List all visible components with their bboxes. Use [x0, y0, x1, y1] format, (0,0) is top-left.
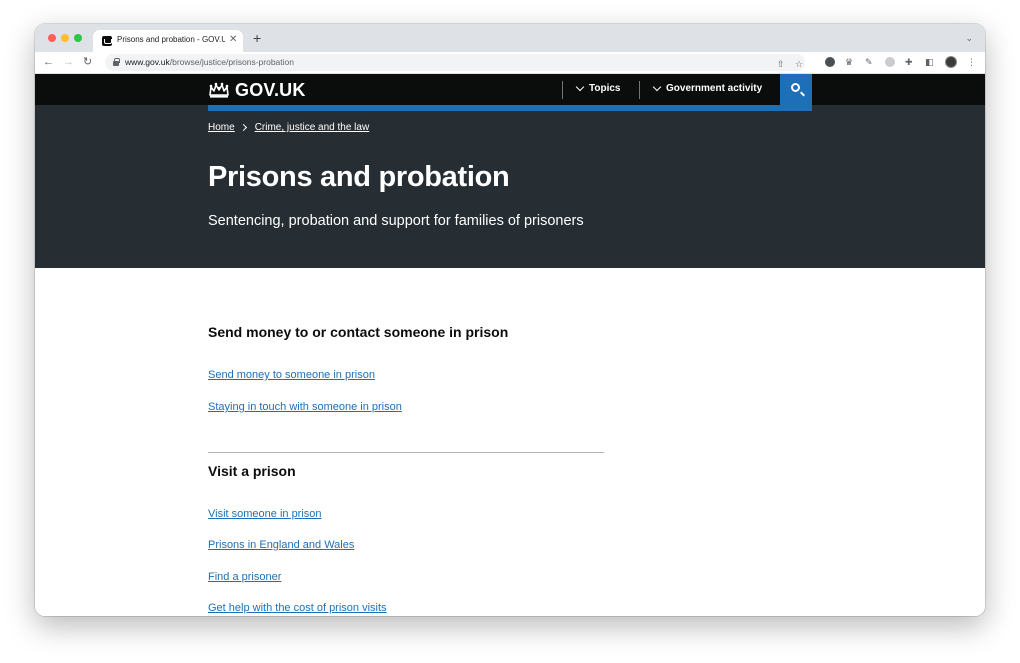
- chevron-down-icon: [652, 82, 662, 91]
- tab-strip: Prisons and probation - GOV.UK ✕ + ⌄: [35, 24, 985, 52]
- staying-in-touch-link[interactable]: Staying in touch with someone in prison: [208, 401, 402, 413]
- page-hero: Home Crime, justice and the law Prisons …: [35, 105, 985, 268]
- bookmark-star-icon[interactable]: ☆: [795, 58, 803, 70]
- send-money-link[interactable]: Send money to someone in prison: [208, 369, 375, 381]
- lock-icon[interactable]: [113, 58, 120, 66]
- breadcrumb: Home Crime, justice and the law: [208, 122, 369, 133]
- page-title: Prisons and probation: [208, 161, 510, 193]
- tab-title: Prisons and probation - GOV.UK: [117, 35, 225, 44]
- topics-label: Topics: [589, 83, 621, 94]
- new-tab-button[interactable]: +: [253, 30, 261, 46]
- section-heading-send-money: Send money to or contact someone in pris…: [208, 324, 509, 340]
- section-divider: [208, 452, 604, 453]
- header-accent-bar: [208, 105, 812, 111]
- chevron-right-icon: [239, 123, 247, 132]
- crown-extension-icon[interactable]: ♛: [845, 56, 853, 68]
- close-window-button[interactable]: [48, 34, 56, 42]
- topics-menu-button[interactable]: Topics: [575, 82, 621, 94]
- url-host: www.gov.uk: [125, 57, 170, 67]
- visit-someone-link[interactable]: Visit someone in prison: [208, 508, 322, 520]
- url-path: /browse/justice/prisons-probation: [169, 57, 294, 67]
- pin-extension-icon[interactable]: ✎: [865, 56, 873, 68]
- browser-menu-icon[interactable]: ⋮: [967, 56, 976, 68]
- address-bar[interactable]: www.gov.uk/browse/justice/prisons-probat…: [105, 54, 805, 71]
- search-button[interactable]: [780, 74, 812, 105]
- maximize-window-button[interactable]: [74, 34, 82, 42]
- govuk-favicon-icon: [102, 36, 112, 46]
- back-arrow-icon[interactable]: ←: [43, 55, 54, 69]
- chevron-down-icon: [575, 82, 585, 91]
- prisons-england-wales-link[interactable]: Prisons in England and Wales: [208, 539, 354, 551]
- minimize-window-button[interactable]: [61, 34, 69, 42]
- page-subtitle: Sentencing, probation and support for fa…: [208, 213, 584, 229]
- search-icon: [791, 83, 800, 92]
- active-tab[interactable]: Prisons and probation - GOV.UK ✕: [93, 30, 243, 52]
- side-panel-icon[interactable]: ◧: [925, 56, 934, 68]
- menu-divider: [639, 81, 640, 99]
- govuk-logo-text: GOV.UK: [235, 79, 306, 100]
- tab-search-chevron-icon[interactable]: ⌄: [965, 33, 973, 44]
- browser-toolbar: ← → ↻ www.gov.uk/browse/justice/prisons-…: [35, 52, 985, 74]
- grey-extension-icon[interactable]: [885, 57, 895, 67]
- find-prisoner-link[interactable]: Find a prisoner: [208, 571, 281, 583]
- govuk-logo-link[interactable]: GOV.UK: [208, 79, 306, 101]
- section-heading-visit-prison: Visit a prison: [208, 463, 296, 479]
- government-activity-menu-button[interactable]: Government activity: [652, 82, 763, 94]
- tab-close-icon[interactable]: ✕: [229, 34, 237, 46]
- web-page: GOV.UK Topics Government activity Home C…: [35, 74, 985, 616]
- extension-icon[interactable]: [825, 57, 835, 67]
- share-icon[interactable]: ⇧: [777, 58, 785, 70]
- government-activity-label: Government activity: [666, 83, 763, 94]
- cost-of-visits-link[interactable]: Get help with the cost of prison visits: [208, 602, 387, 614]
- reload-icon[interactable]: ↻: [83, 55, 92, 69]
- govuk-header: GOV.UK Topics Government activity: [35, 74, 985, 105]
- menu-divider: [562, 81, 563, 99]
- crown-icon: [209, 82, 229, 98]
- puzzle-extensions-icon[interactable]: ✚: [905, 56, 913, 68]
- browser-window: Prisons and probation - GOV.UK ✕ + ⌄ ← →…: [35, 24, 985, 616]
- breadcrumb-home-link[interactable]: Home: [208, 122, 235, 133]
- breadcrumb-crime-justice-link[interactable]: Crime, justice and the law: [255, 122, 370, 133]
- forward-arrow-icon[interactable]: →: [63, 55, 74, 69]
- profile-avatar[interactable]: [945, 56, 957, 68]
- url-text: www.gov.uk/browse/justice/prisons-probat…: [125, 57, 294, 67]
